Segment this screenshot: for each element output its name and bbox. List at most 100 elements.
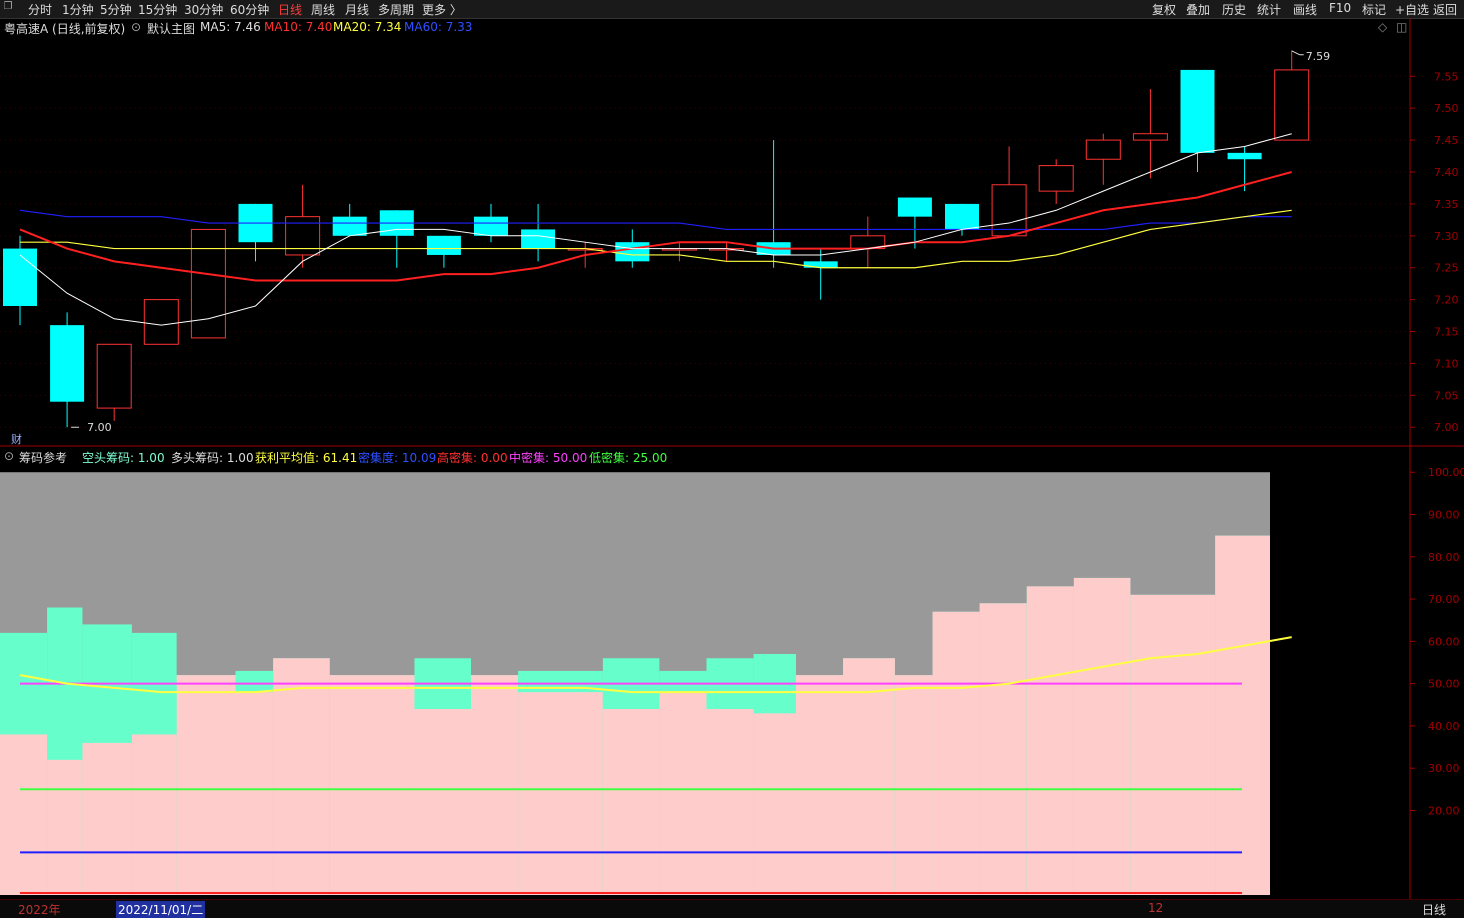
candle-body [143, 299, 179, 345]
high-value-label: 7.59 [1306, 50, 1331, 63]
pink-chip-block [176, 675, 236, 895]
cursor-date-label: 2022/11/01/二 [116, 901, 206, 918]
pink-chip-block [1026, 586, 1074, 895]
indicator-tick-label: 100.00 [1428, 466, 1464, 479]
ma60-line [19, 209, 1292, 231]
teal-chip-lower [82, 683, 132, 743]
teal-chip-lower [753, 683, 796, 714]
pink-chip-block [131, 734, 177, 895]
price-tick-label: 7.50 [1434, 102, 1459, 115]
candle-body [474, 216, 508, 236]
candle-body [521, 229, 556, 249]
price-tick-label: 7.00 [1434, 421, 1459, 434]
price-tick-label: 7.25 [1434, 262, 1459, 275]
candle [143, 299, 179, 345]
candle [661, 242, 697, 262]
price-tick-label: 7.30 [1434, 230, 1459, 243]
candle-body [96, 343, 132, 409]
pink-chip-block [414, 708, 471, 895]
indicator-tick-label: 60.00 [1428, 635, 1460, 648]
indicator-tick-label: 90.00 [1428, 509, 1460, 522]
candle-body [3, 248, 37, 306]
pink-chip-block [47, 759, 83, 895]
pink-chip-block [894, 675, 933, 895]
pink-chip-block [706, 708, 754, 895]
indicator-tick-label: 70.00 [1428, 593, 1460, 606]
indicator-tick-label: 80.00 [1428, 551, 1460, 564]
candle [945, 203, 979, 236]
candle-body [285, 216, 321, 256]
pink-chip-block [659, 692, 707, 895]
pink-chip-block [471, 675, 519, 895]
candle-body [1274, 69, 1310, 141]
price-tick-label: 7.40 [1434, 166, 1459, 179]
period-label[interactable]: 日线 [1422, 901, 1446, 918]
low-value-label: 7.00 [87, 421, 112, 434]
candle-body [1180, 69, 1215, 153]
candle [1132, 89, 1168, 179]
candle-body [1038, 165, 1074, 192]
teal-chip-lower [602, 683, 660, 709]
candle-body [50, 325, 85, 402]
pink-chip-block [753, 713, 796, 895]
price-tick-label: 7.10 [1434, 357, 1459, 370]
candle [1085, 133, 1121, 185]
candle-body [426, 235, 461, 255]
candle [1180, 69, 1215, 172]
candle [379, 210, 414, 268]
candle [803, 248, 838, 300]
teal-chip-lower [706, 683, 754, 709]
price-tick-label: 7.20 [1434, 294, 1459, 307]
pink-chip-block [979, 603, 1027, 895]
pink-chip-block [843, 658, 895, 895]
candle [238, 203, 273, 262]
pink-chip-block [329, 675, 415, 895]
candle-body [1132, 133, 1168, 141]
high-pointer [1291, 50, 1304, 56]
pink-chip-block [235, 692, 274, 895]
candle-body [897, 197, 932, 217]
candle [521, 203, 556, 262]
pink-chip-block [795, 675, 844, 895]
pink-chip-block [518, 692, 603, 895]
pink-chip-block [82, 742, 132, 895]
bottom-bar: 2022年 2022/11/01/二 12 日线 [0, 899, 1464, 918]
candle [3, 235, 37, 326]
candle [96, 343, 132, 421]
stock-chart[interactable]: 7.55 7.50 7.45 7.40 7.35 7.30 7.25 7.20 7.15 7.10… [0, 0, 1464, 917]
candle [709, 242, 744, 262]
candle-body [1085, 139, 1121, 160]
teal-chip-lower [47, 683, 83, 760]
candle-body [803, 261, 838, 268]
pink-chip-block [273, 658, 330, 895]
candle-body [945, 203, 979, 230]
candle [1038, 159, 1074, 204]
candle-body [1227, 152, 1262, 160]
pink-chip-block [1215, 535, 1270, 895]
candle [50, 312, 85, 428]
candle [850, 216, 886, 268]
finance-marker: 财 [11, 432, 22, 446]
pink-chip-block [602, 708, 660, 895]
pink-chip-block [0, 734, 48, 895]
indicator-tick-label: 20.00 [1428, 804, 1460, 817]
teal-chip-lower [659, 683, 707, 693]
indicator-tick-label: 30.00 [1428, 762, 1460, 775]
year-label: 2022年 [18, 903, 61, 917]
price-tick-label: 7.55 [1434, 70, 1459, 83]
candle-body [991, 184, 1027, 237]
price-tick-label: 7.45 [1434, 134, 1459, 147]
candle-body [615, 242, 650, 262]
candle [190, 228, 226, 339]
price-tick-label: 7.05 [1434, 389, 1459, 402]
price-tick-label: 7.35 [1434, 198, 1459, 211]
candle [426, 235, 461, 268]
price-tick-label: 7.15 [1434, 326, 1459, 339]
candle-body [332, 216, 367, 236]
candle-body [190, 228, 226, 339]
indicator-tick-label: 50.00 [1428, 678, 1460, 691]
candle [991, 146, 1027, 237]
candle [1274, 50, 1310, 141]
candle [897, 197, 932, 249]
pink-chip-block [1130, 594, 1216, 895]
